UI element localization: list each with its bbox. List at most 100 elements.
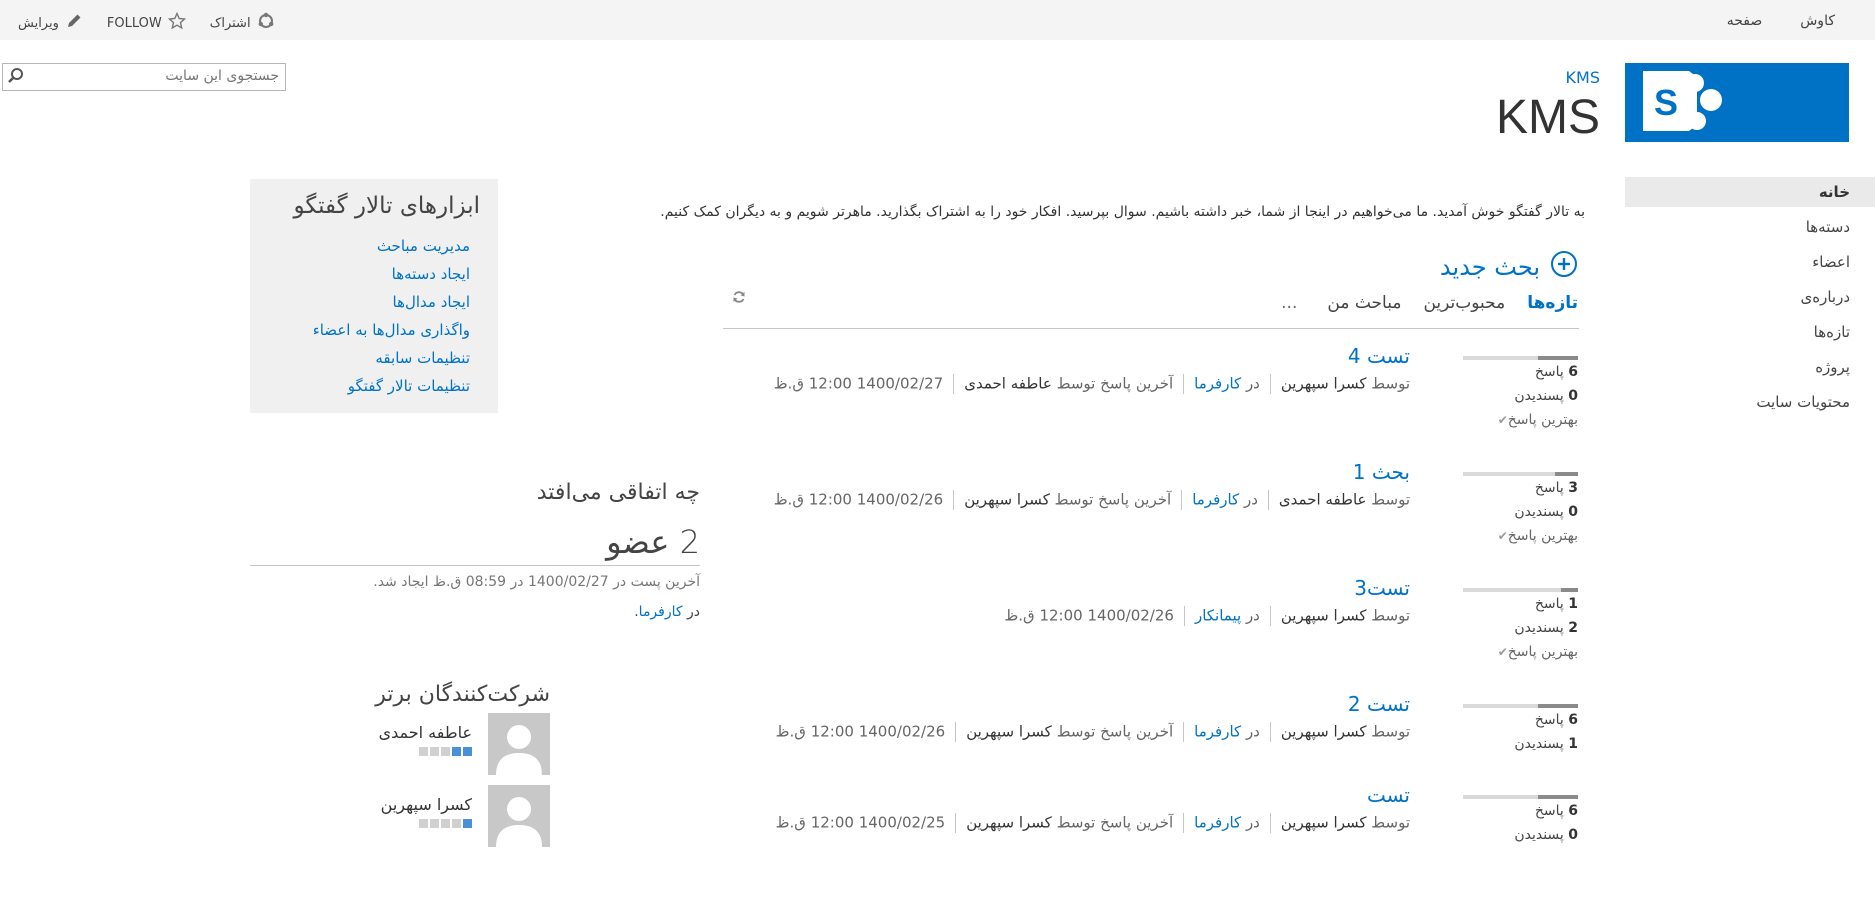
activity-bar-fill bbox=[1537, 356, 1578, 360]
discussion-title-link[interactable]: تست bbox=[1367, 783, 1410, 807]
discussion-title-link[interactable]: تست 4 bbox=[1348, 344, 1410, 368]
meta-separator bbox=[1181, 490, 1183, 510]
post-date: 1400/02/26 12:00 ق.ظ bbox=[775, 722, 946, 741]
like-count: 0 پسندیدن bbox=[1514, 388, 1578, 404]
contributor-item: عاطفه احمدی bbox=[250, 713, 550, 779]
best-reply[interactable]: بهترین پاسخ✔ bbox=[1463, 640, 1578, 664]
new-discussion-button[interactable]: بحث جدید bbox=[1440, 250, 1578, 284]
reply-count: 6 پاسخ bbox=[1534, 712, 1578, 728]
nav-categories[interactable]: دسته‌ها bbox=[1625, 212, 1875, 242]
like-count-value: 1 bbox=[1568, 736, 1578, 752]
nav-project[interactable]: پروژه bbox=[1625, 352, 1875, 382]
reply-count: 6 پاسخ bbox=[1534, 803, 1578, 819]
activity-bar bbox=[1463, 795, 1578, 799]
svg-text:S: S bbox=[1654, 82, 1678, 123]
search-icon[interactable] bbox=[7, 67, 25, 89]
discussion-item: 1 پاسخ 2 پسندیدن بهترین پاسخ✔ تست3 توسط کسرا… bbox=[722, 576, 1578, 694]
like-count-value: 0 bbox=[1568, 827, 1578, 843]
meta-separator bbox=[953, 374, 955, 394]
forum-settings-link[interactable]: تنظیمات تالار گفتگو bbox=[348, 377, 470, 395]
nav-members[interactable]: اعضاء bbox=[1625, 247, 1875, 277]
category-link[interactable]: کارفرما bbox=[1192, 491, 1239, 509]
site-logo[interactable]: S bbox=[1625, 63, 1849, 142]
activity-bar bbox=[1463, 588, 1578, 592]
activity-bar bbox=[1463, 472, 1578, 476]
search-input[interactable] bbox=[23, 64, 285, 88]
more-options-icon[interactable]: ... bbox=[1281, 293, 1297, 313]
pencil-icon bbox=[65, 12, 83, 34]
reply-count: 3 پاسخ bbox=[1534, 480, 1578, 496]
meta-separator bbox=[1183, 813, 1185, 833]
reply-count-value: 3 bbox=[1568, 480, 1578, 496]
tab-my-discussions[interactable]: مباحث من bbox=[1327, 293, 1401, 313]
contributor-name[interactable]: عاطفه احمدی bbox=[379, 723, 472, 742]
post-date: 1400/02/25 12:00 ق.ظ bbox=[775, 813, 946, 832]
best-reply[interactable]: بهترین پاسخ✔ bbox=[1463, 408, 1578, 432]
reputation-block bbox=[463, 819, 472, 828]
avatar[interactable] bbox=[488, 713, 550, 775]
tab-recent[interactable]: تازه‌ها bbox=[1527, 293, 1578, 313]
like-count-value: 0 bbox=[1568, 504, 1578, 520]
last-reply-author[interactable]: کسرا سپهرین bbox=[966, 814, 1052, 832]
author-name[interactable]: کسرا سپهرین bbox=[1281, 814, 1367, 832]
reply-count-value: 1 bbox=[1568, 596, 1578, 612]
author-name[interactable]: کسرا سپهرین bbox=[1281, 723, 1367, 741]
activity-bar bbox=[1463, 356, 1578, 360]
discussion-meta: توسط عاطفه احمدیدر کارفرماآخرین پاسخ توس… bbox=[773, 490, 1410, 510]
category-link[interactable]: کارفرما bbox=[1194, 375, 1241, 393]
discussion-title-link[interactable]: تست 2 bbox=[1348, 692, 1410, 716]
last-reply-author[interactable]: کسرا سپهرین bbox=[966, 723, 1052, 741]
tab-popular[interactable]: محبوب‌ترین bbox=[1423, 293, 1505, 313]
last-reply-author[interactable]: کسرا سپهرین bbox=[964, 491, 1050, 509]
last-reply-author[interactable]: عاطفه احمدی bbox=[964, 375, 1052, 393]
assign-badges-link[interactable]: واگذاری مدال‌ها به اعضاء bbox=[313, 321, 470, 339]
nav-recent[interactable]: تازه‌ها bbox=[1625, 317, 1875, 347]
page-tab[interactable]: صفحه bbox=[1727, 13, 1763, 29]
site-title: KMS bbox=[1495, 91, 1600, 144]
follow-button[interactable]: FOLLOW bbox=[107, 11, 186, 34]
like-count-value: 2 bbox=[1568, 620, 1578, 636]
author-name[interactable]: کسرا سپهرین bbox=[1281, 607, 1367, 625]
person-icon bbox=[488, 785, 550, 847]
author-name[interactable]: عاطفه احمدی bbox=[1279, 491, 1367, 509]
discussion-meta: توسط کسرا سپهریندر کارفرماآخرین پاسخ توس… bbox=[775, 722, 1410, 742]
discussion-title-link[interactable]: تست3 bbox=[1354, 576, 1410, 600]
edit-button[interactable]: ویرایش bbox=[18, 12, 83, 34]
contributor-name[interactable]: کسرا سپهرین bbox=[381, 795, 472, 814]
new-discussion-label: بحث جدید bbox=[1439, 253, 1540, 281]
browse-tab[interactable]: کاوش bbox=[1800, 13, 1835, 29]
meta-separator bbox=[955, 722, 957, 742]
avatar[interactable] bbox=[488, 785, 550, 847]
reputation-block bbox=[452, 819, 461, 828]
member-count[interactable]: 2 عضو bbox=[250, 523, 700, 566]
contributor-item: کسرا سپهرین bbox=[250, 785, 550, 851]
top-contributors: شرکت‌کنندگان برتر عاطفه احمدی کسرا سپهرین bbox=[250, 682, 550, 851]
activity-bar-fill bbox=[1537, 795, 1578, 799]
author-name[interactable]: کسرا سپهرین bbox=[1281, 375, 1367, 393]
meta-separator bbox=[1269, 374, 1271, 394]
breadcrumb-kms[interactable]: KMS bbox=[1566, 68, 1600, 87]
meta-separator bbox=[1269, 722, 1271, 742]
nav-home[interactable]: خانه bbox=[1625, 177, 1875, 207]
meta-separator bbox=[1183, 606, 1185, 626]
add-circle-icon bbox=[1550, 250, 1578, 284]
category-link[interactable]: کارفرما bbox=[1194, 814, 1241, 832]
share-button[interactable]: اشتراک bbox=[210, 12, 275, 34]
discussion-title-link[interactable]: بحث 1 bbox=[1353, 460, 1410, 484]
refresh-icon[interactable] bbox=[732, 289, 746, 308]
create-badges-link[interactable]: ایجاد مدال‌ها bbox=[393, 293, 471, 311]
nav-site-contents[interactable]: محتویات سایت bbox=[1625, 387, 1875, 417]
reputation-block bbox=[463, 747, 472, 756]
nav-about[interactable]: درباره‌ی bbox=[1625, 282, 1875, 312]
search-box[interactable] bbox=[2, 63, 286, 91]
best-reply[interactable]: بهترین پاسخ✔ bbox=[1463, 524, 1578, 548]
tools-links: مدیریت مباحث ایجاد دسته‌ها ایجاد مدال‌ها… bbox=[313, 232, 470, 400]
reputation-settings-link[interactable]: تنظیمات سابقه bbox=[375, 349, 470, 367]
manage-discussions-link[interactable]: مدیریت مباحث bbox=[377, 237, 470, 255]
reputation-block bbox=[430, 819, 439, 828]
category-link[interactable]: کارفرما bbox=[1194, 723, 1241, 741]
create-categories-link[interactable]: ایجاد دسته‌ها bbox=[392, 265, 470, 283]
last-post-category-link[interactable]: کارفرما bbox=[639, 604, 683, 620]
meta-separator bbox=[1183, 374, 1185, 394]
category-link[interactable]: پیمانکار bbox=[1195, 607, 1241, 625]
